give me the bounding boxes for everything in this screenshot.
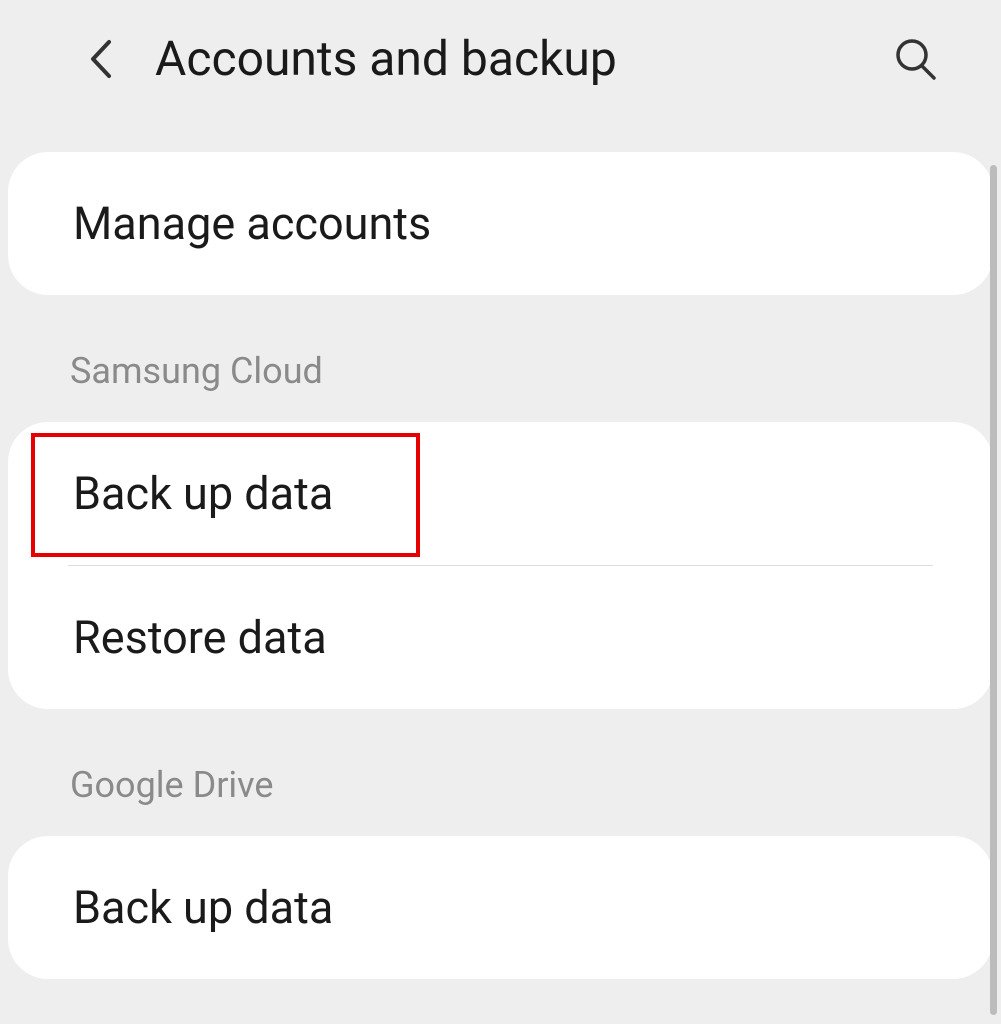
page-title: Accounts and backup [155,30,891,87]
section-header-samsung-cloud: Samsung Cloud [0,295,1001,422]
list-item-manage-accounts[interactable]: Manage accounts [8,152,993,295]
chevron-left-icon [87,38,113,80]
list-item-label: Manage accounts [73,197,431,250]
card-top: Manage accounts [8,152,993,295]
search-button[interactable] [891,34,941,84]
section-header-google-drive: Google Drive [0,709,1001,836]
list-item-label: Restore data [73,611,327,664]
list-item-google-backup[interactable]: Back up data [8,836,993,979]
list-item-label: Back up data [73,881,333,934]
card-google-drive: Back up data [8,836,993,979]
search-icon [894,37,938,81]
back-button[interactable] [75,34,125,84]
card-samsung-cloud: Back up data Restore data [8,422,993,709]
scrollbar[interactable] [990,165,997,1015]
list-item-samsung-restore[interactable]: Restore data [8,566,993,709]
list-item-label: Back up data [73,467,333,520]
list-item-samsung-backup[interactable]: Back up data [8,422,993,565]
header-bar: Accounts and backup [0,0,1001,127]
